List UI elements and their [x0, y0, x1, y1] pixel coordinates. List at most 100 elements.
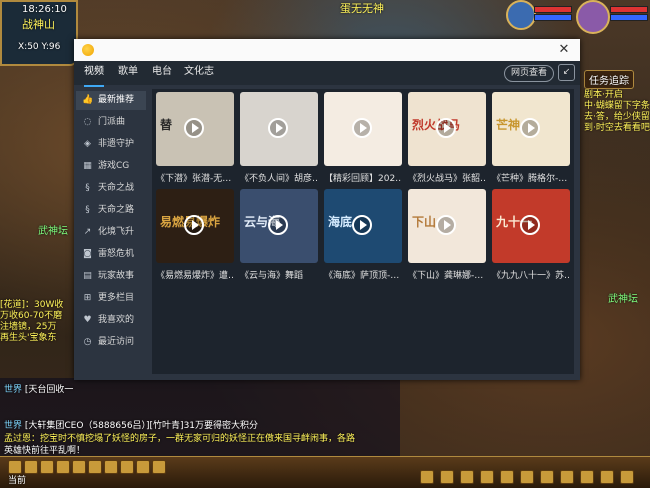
grid-icon: ⊞	[83, 293, 92, 303]
toolbar-slot-icon[interactable]	[40, 460, 54, 474]
chat-text: [大轩集团CEO（5888656吕）][竹叶青]31万要得密大积分	[24, 421, 259, 431]
sidebar-item-label: 最新推荐	[98, 95, 135, 105]
menu-slot-icon[interactable]	[580, 470, 594, 484]
web-view-button[interactable]: 网页查看	[504, 65, 554, 82]
pet-mp-bar	[534, 14, 572, 21]
player-portrait[interactable]	[576, 0, 610, 34]
play-icon[interactable]	[520, 118, 540, 138]
video-thumbnail[interactable]: 云与海	[240, 189, 318, 263]
arrow-up-icon: ↗	[83, 227, 92, 237]
video-title[interactable]: 《不负人间》胡彦…	[240, 171, 318, 184]
menu-slot-icon[interactable]	[500, 470, 514, 484]
close-button[interactable]: ✕	[556, 41, 572, 59]
video-title[interactable]: 《云与海》舞蹈	[240, 268, 318, 281]
menu-slot-icon[interactable]	[540, 470, 554, 484]
video-thumbnail[interactable]: 海底	[324, 189, 402, 263]
sidebar-item[interactable]: ♥ 我喜欢的	[76, 311, 146, 330]
sidebar-item[interactable]: § 天命之路	[76, 201, 146, 220]
toolbar-slot-icon[interactable]	[152, 460, 166, 474]
title-bar[interactable]: ✕	[74, 39, 580, 61]
video-title[interactable]: 《烈火战马》张韶…	[408, 171, 486, 184]
video-title[interactable]: 《下潜》张潜-无…	[156, 171, 234, 184]
sidebar-item[interactable]: ▤ 玩家故事	[76, 267, 146, 286]
toolbar-slot-icon[interactable]	[88, 460, 102, 474]
film-icon: ▦	[83, 161, 92, 171]
play-icon[interactable]	[436, 215, 456, 235]
video-title[interactable]: 《芒种》腾格尔-…	[492, 171, 570, 184]
video-title[interactable]: 《易燃易爆炸》遭…	[156, 268, 234, 281]
tab-video[interactable]: 视频	[84, 61, 104, 87]
circle-dash-icon: ◌	[83, 117, 92, 127]
toolbar-slot-icon[interactable]	[8, 460, 22, 474]
video-thumbnail[interactable]: 替	[156, 92, 234, 166]
sidebar-item[interactable]: ▦ 游戏CG	[76, 157, 146, 176]
video-thumbnail[interactable]: 下山	[408, 189, 486, 263]
left-npc-name: 武神坛	[38, 226, 68, 237]
pet-portrait[interactable]	[506, 0, 536, 30]
video-thumbnail[interactable]	[324, 92, 402, 166]
tab-radio[interactable]: 电台	[152, 61, 172, 85]
sidebar-item[interactable]: ◈ 非遗守护	[76, 135, 146, 154]
video-title[interactable]: 【精彩回顾】202…	[324, 171, 402, 184]
play-icon[interactable]	[184, 215, 204, 235]
sidebar-item[interactable]: § 天命之战	[76, 179, 146, 198]
menu-slot-icon[interactable]	[620, 470, 634, 484]
video-title[interactable]: 《九九八十一》苏…	[492, 268, 570, 281]
video-thumbnail[interactable]: 九十一	[492, 189, 570, 263]
menu-slot-icon[interactable]	[420, 470, 434, 484]
play-icon[interactable]	[352, 215, 372, 235]
sidebar-item[interactable]: ◙ 雷怒危机	[76, 245, 146, 264]
minimize-icon[interactable]: ↙	[558, 64, 575, 81]
right-notes: 剧本·开启 中·蝴蝶留下字条 去·答，给少侠留了好 到·时空去看看吧	[584, 90, 650, 134]
minimap[interactable]: 18:26:10 战神山 X:50 Y:96	[0, 0, 78, 66]
menu-slot-icon[interactable]	[520, 470, 534, 484]
menu-slot-icon[interactable]	[460, 470, 474, 484]
video-thumbnail[interactable]: 烈火战马	[408, 92, 486, 166]
toolbar-slot-icon[interactable]	[136, 460, 150, 474]
play-icon[interactable]	[436, 118, 456, 138]
game-time: 18:26:10	[22, 4, 67, 15]
chat-panel: 世界 [天台回收一 世界 [大轩集团CEO（5888656吕）][竹叶青]31万…	[0, 378, 400, 458]
toolbar-slot-icon[interactable]	[72, 460, 86, 474]
sidebar-item[interactable]: 👍 最新推荐	[76, 91, 146, 110]
video-thumbnail[interactable]: 易燃易爆炸	[156, 189, 234, 263]
sidebar-item-label: 天命之战	[98, 183, 135, 193]
chat-channel-label[interactable]: 当前	[8, 473, 26, 486]
sidebar-item-label: 更多栏目	[98, 293, 135, 303]
sidebar-item[interactable]: ↗ 化境飞升	[76, 223, 146, 242]
menu-slot-icon[interactable]	[560, 470, 574, 484]
menu-slot-icon[interactable]	[480, 470, 494, 484]
clock-icon: ◷	[83, 337, 92, 347]
video-title[interactable]: 《下山》龚琳娜-…	[408, 268, 486, 281]
video-title[interactable]: 《海底》萨顶顶-…	[324, 268, 402, 281]
sidebar-item[interactable]: ⊞ 更多栏目	[76, 289, 146, 308]
chat-line: 世界 [大轩集团CEO（5888656吕）][竹叶青]31万要得密大积分	[4, 418, 258, 431]
task-tracker-button[interactable]: 任务追踪	[584, 70, 634, 89]
play-icon[interactable]	[520, 215, 540, 235]
swirl-icon: §	[85, 183, 90, 193]
toolbar-slot-icon[interactable]	[120, 460, 134, 474]
video-thumbnail[interactable]	[240, 92, 318, 166]
book-icon: ▤	[83, 271, 92, 281]
tab-playlist[interactable]: 歌单	[118, 61, 138, 85]
toolbar-slot-icon[interactable]	[104, 460, 118, 474]
play-icon[interactable]	[184, 118, 204, 138]
chat-line: 世界 [天台回收一	[4, 382, 73, 395]
play-icon[interactable]	[352, 118, 372, 138]
play-icon[interactable]	[268, 215, 288, 235]
category-sidebar: 👍 最新推荐 ◌ 门派曲 ◈ 非遗守护 ▦ 游戏CG § 天命之战 § 天命之路 ↗ 化境飞升 ◙ 雷怒危机 ▤…	[74, 89, 148, 380]
toolbar-slot-icon[interactable]	[24, 460, 38, 474]
menu-slot-icon[interactable]	[600, 470, 614, 484]
right-note: 剧本·开启	[584, 90, 623, 100]
sidebar-item[interactable]: ◷ 最近访问	[76, 333, 146, 352]
sidebar-item-label: 门派曲	[98, 117, 126, 127]
tab-culture[interactable]: 文化志	[184, 61, 214, 85]
right-npc-name: 武神坛	[608, 294, 638, 305]
pet-hp-bar	[534, 6, 572, 13]
menu-slot-icon[interactable]	[440, 470, 454, 484]
video-thumbnail[interactable]: 芒神	[492, 92, 570, 166]
play-icon[interactable]	[268, 118, 288, 138]
toolbar-slot-icon[interactable]	[56, 460, 70, 474]
chat-line: 英雄快前往平乱啊！	[4, 446, 86, 456]
sidebar-item[interactable]: ◌ 门派曲	[76, 113, 146, 132]
